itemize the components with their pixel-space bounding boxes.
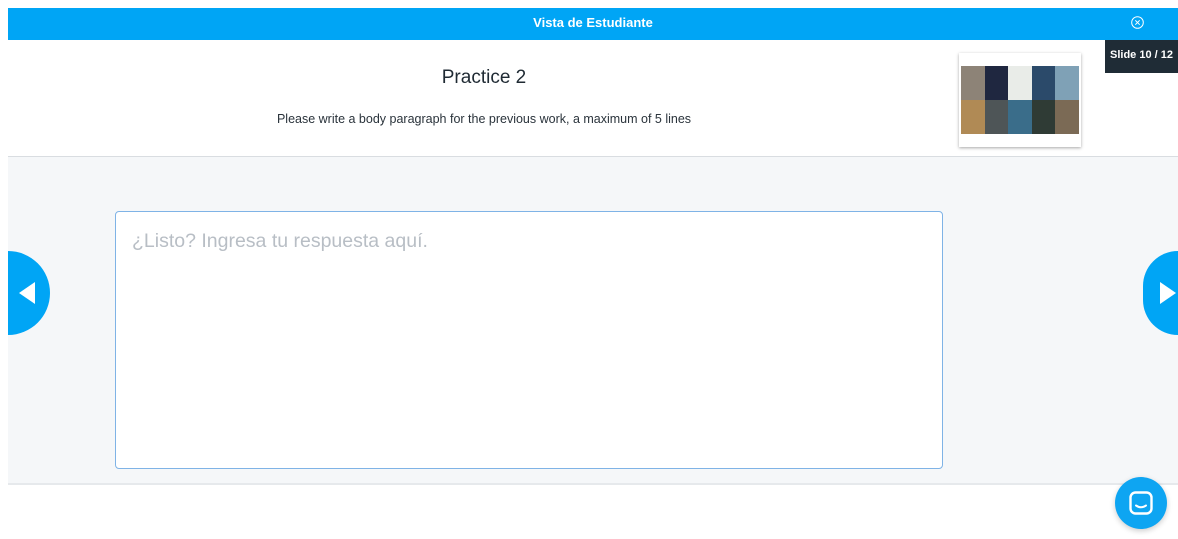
chat-bubble-icon <box>1129 491 1153 515</box>
close-icon[interactable] <box>1131 16 1144 29</box>
slide-counter-badge: Slide 10 / 12 <box>1105 40 1178 73</box>
slide-header: Practice 2 Please write a body paragraph… <box>8 40 1105 157</box>
body-divider <box>8 483 1178 485</box>
previous-slide-button[interactable] <box>8 251 50 335</box>
next-slide-button[interactable] <box>1143 251 1178 335</box>
animal-collage-image <box>961 66 1079 134</box>
slide-instructions: Please write a body paragraph for the pr… <box>276 112 692 126</box>
top-bar: Vista de Estudiante <box>8 8 1178 40</box>
student-view-page: Vista de Estudiante Slide 10 / 12 Practi… <box>0 0 1178 539</box>
slide-thumbnail[interactable] <box>959 53 1081 147</box>
slide-title: Practice 2 <box>441 67 527 88</box>
top-bar-title: Vista de Estudiante <box>533 15 653 30</box>
triangle-right-icon <box>1160 282 1176 304</box>
answer-input[interactable] <box>115 211 943 469</box>
triangle-left-icon <box>19 282 35 304</box>
chat-launcher-button[interactable] <box>1115 477 1167 529</box>
